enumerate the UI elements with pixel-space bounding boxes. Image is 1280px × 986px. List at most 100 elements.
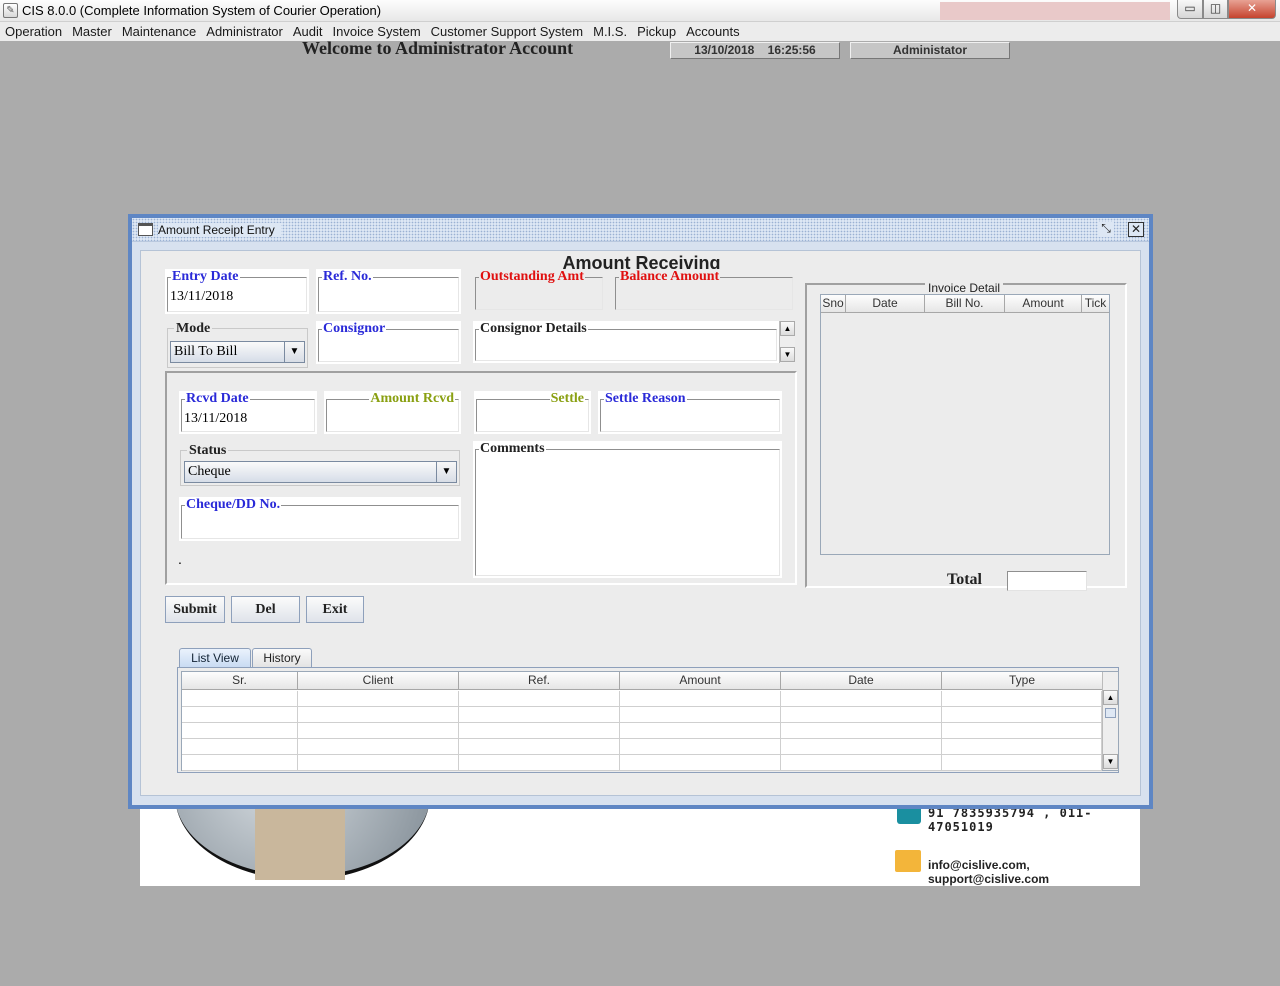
- menu-accounts[interactable]: Accounts: [681, 22, 744, 41]
- column-header-sr[interactable]: Sr.: [182, 672, 298, 689]
- total-field[interactable]: [1007, 571, 1087, 591]
- table-cell[interactable]: [781, 739, 942, 754]
- invoice-detail-table[interactable]: Sno Date Bill No. Amount Tick: [820, 294, 1110, 555]
- table-cell[interactable]: [620, 755, 781, 770]
- settle-label: Settle: [549, 391, 585, 407]
- table-cell[interactable]: [942, 723, 1102, 738]
- column-header-bill-no[interactable]: Bill No.: [925, 295, 1005, 312]
- list-scrollbar[interactable]: ▲ ▼: [1102, 672, 1118, 770]
- table-cell[interactable]: [781, 691, 942, 706]
- list-view-table[interactable]: Sr. Client Ref. Amount Date Type ▲ ▼: [181, 671, 1119, 771]
- user-display: Administator: [850, 42, 1010, 59]
- settle-field[interactable]: Settle: [474, 391, 591, 434]
- table-cell[interactable]: [942, 755, 1102, 770]
- close-button[interactable]: ✕: [1228, 0, 1276, 19]
- tab-history[interactable]: History: [252, 648, 312, 668]
- menu-mis[interactable]: M.I.S.: [588, 22, 632, 41]
- exit-button[interactable]: Exit: [306, 596, 364, 623]
- ref-no-field[interactable]: Ref. No.: [316, 269, 461, 314]
- consignor-field[interactable]: Consignor: [316, 321, 461, 364]
- table-cell[interactable]: [942, 691, 1102, 706]
- table-row[interactable]: [182, 707, 1102, 723]
- frame-content: Amount Receiving Entry Date 13/11/2018 R…: [140, 250, 1141, 796]
- consignor-details-field[interactable]: Consignor Details: [473, 321, 779, 363]
- chevron-down-icon[interactable]: ▼: [284, 342, 304, 362]
- scroll-up-icon[interactable]: ▲: [780, 321, 795, 336]
- table-cell[interactable]: [942, 739, 1102, 754]
- consignor-details-label: Consignor Details: [479, 321, 588, 337]
- column-header-client[interactable]: Client: [298, 672, 459, 689]
- status-value: Cheque: [188, 464, 231, 479]
- scroll-down-icon[interactable]: ▼: [1103, 754, 1118, 769]
- scroll-up-icon[interactable]: ▲: [1103, 690, 1118, 705]
- table-cell[interactable]: [182, 691, 298, 706]
- chevron-down-icon[interactable]: ▼: [436, 462, 456, 482]
- table-cell[interactable]: [620, 723, 781, 738]
- column-header-tick[interactable]: Tick: [1082, 295, 1109, 312]
- settle-reason-field[interactable]: Settle Reason: [598, 391, 782, 434]
- maximize-button[interactable]: ◫: [1203, 0, 1228, 19]
- table-cell[interactable]: [182, 739, 298, 754]
- dot-text: .: [178, 551, 182, 567]
- table-cell[interactable]: [942, 707, 1102, 722]
- table-cell[interactable]: [620, 707, 781, 722]
- frame-close-icon[interactable]: ✕: [1128, 222, 1144, 237]
- amount-rcvd-field[interactable]: Amount Rcvd: [324, 391, 461, 434]
- table-cell[interactable]: [620, 739, 781, 754]
- menu-maintenance[interactable]: Maintenance: [117, 22, 201, 41]
- table-cell[interactable]: [459, 723, 620, 738]
- balance-amount-field[interactable]: Balance Amount: [613, 269, 795, 312]
- table-cell[interactable]: [298, 755, 459, 770]
- rcvd-date-field[interactable]: Rcvd Date 13/11/2018: [179, 391, 317, 434]
- table-cell[interactable]: [781, 723, 942, 738]
- mode-select[interactable]: Bill To Bill ▼: [170, 341, 305, 363]
- table-cell[interactable]: [620, 691, 781, 706]
- table-cell[interactable]: [298, 739, 459, 754]
- table-cell[interactable]: [781, 755, 942, 770]
- menu-master[interactable]: Master: [67, 22, 117, 41]
- column-header-ref[interactable]: Ref.: [459, 672, 620, 689]
- column-header-date[interactable]: Date: [846, 295, 925, 312]
- comments-field[interactable]: Comments: [473, 441, 782, 578]
- window-title: CIS 8.0.0 (Complete Information System o…: [22, 3, 382, 18]
- outstanding-amt-field[interactable]: Outstanding Amt: [473, 269, 605, 312]
- del-button[interactable]: Del: [231, 596, 300, 623]
- table-row[interactable]: [182, 723, 1102, 739]
- scroll-thumb[interactable]: [1105, 708, 1116, 718]
- menu-pickup[interactable]: Pickup: [632, 22, 681, 41]
- column-header-amount[interactable]: Amount: [620, 672, 781, 689]
- table-row[interactable]: [182, 755, 1102, 771]
- entry-date-field[interactable]: Entry Date 13/11/2018: [165, 269, 309, 314]
- table-cell[interactable]: [459, 739, 620, 754]
- table-cell[interactable]: [781, 707, 942, 722]
- column-header-amount[interactable]: Amount: [1005, 295, 1082, 312]
- table-row[interactable]: [182, 739, 1102, 755]
- status-select[interactable]: Cheque ▼: [184, 461, 457, 483]
- consignor-details-scrollbar[interactable]: ▲ ▼: [779, 321, 795, 363]
- table-cell[interactable]: [182, 755, 298, 770]
- restore-icon[interactable]: ⤡: [1098, 222, 1114, 237]
- table-cell[interactable]: [459, 755, 620, 770]
- table-row[interactable]: [182, 691, 1102, 707]
- frame-titlebar[interactable]: Amount Receipt Entry ⤡ ✕: [132, 218, 1149, 242]
- invoice-detail-title: Invoice Detail: [925, 281, 1004, 295]
- table-cell[interactable]: [459, 691, 620, 706]
- menu-operation[interactable]: Operation: [0, 22, 67, 41]
- menu-administrator[interactable]: Administrator: [201, 22, 288, 41]
- cheque-dd-field[interactable]: Cheque/DD No.: [179, 497, 461, 541]
- minimize-button[interactable]: ▭: [1177, 0, 1203, 19]
- table-cell[interactable]: [298, 707, 459, 722]
- column-header-type[interactable]: Type: [942, 672, 1102, 689]
- titlebar-decoration: [940, 2, 1170, 20]
- submit-button[interactable]: Submit: [165, 596, 225, 623]
- table-cell[interactable]: [298, 691, 459, 706]
- frame-icon: [138, 223, 153, 236]
- table-cell[interactable]: [459, 707, 620, 722]
- column-header-date[interactable]: Date: [781, 672, 942, 689]
- table-cell[interactable]: [182, 707, 298, 722]
- tab-list-view[interactable]: List View: [179, 648, 251, 668]
- table-cell[interactable]: [182, 723, 298, 738]
- table-cell[interactable]: [298, 723, 459, 738]
- column-header-sno[interactable]: Sno: [821, 295, 846, 312]
- scroll-down-icon[interactable]: ▼: [780, 347, 795, 362]
